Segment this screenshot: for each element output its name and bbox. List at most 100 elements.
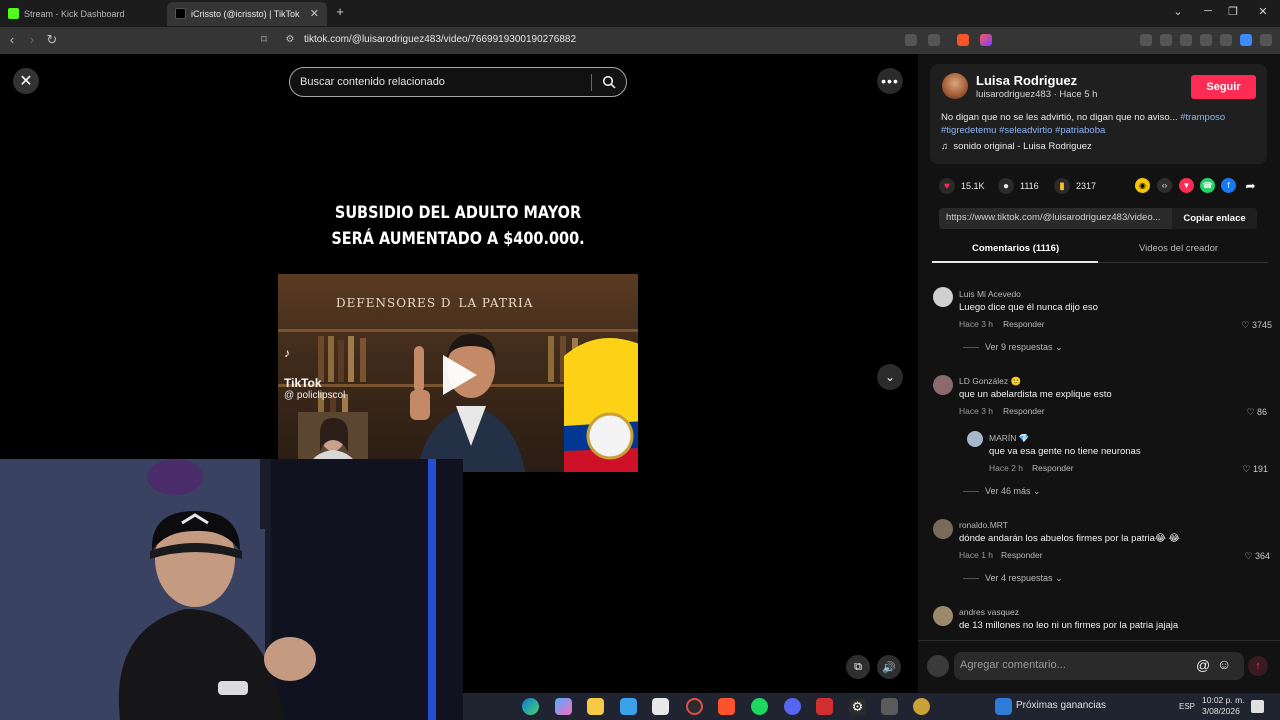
send-to-friends-icon[interactable]: ▼ bbox=[1179, 178, 1194, 193]
extensions-icon[interactable] bbox=[1140, 34, 1152, 46]
pip-button[interactable]: ⧉ bbox=[846, 655, 870, 679]
url-field[interactable]: tiktok.com/@luisarodriguez483/video/7669… bbox=[304, 34, 576, 45]
recorder-icon[interactable] bbox=[816, 698, 833, 715]
discord-icon[interactable] bbox=[784, 698, 801, 715]
obs-icon[interactable] bbox=[686, 698, 703, 715]
facebook-icon[interactable]: f bbox=[1221, 178, 1236, 193]
play-icon[interactable] bbox=[443, 355, 477, 395]
comment-button[interactable]: ● 1116 bbox=[998, 178, 1039, 194]
search-input[interactable]: Buscar contenido relacionado bbox=[289, 67, 627, 97]
vpn-icon[interactable] bbox=[1220, 34, 1232, 46]
copy-link-button[interactable]: Copiar enlace bbox=[1172, 208, 1257, 229]
view-replies-button[interactable]: Ver 4 respuestas ⌄ bbox=[963, 573, 1063, 584]
sidebar-icon[interactable] bbox=[1180, 34, 1192, 46]
reply-button[interactable]: Responder bbox=[1001, 550, 1043, 560]
emoji-icon[interactable]: ☺ bbox=[1217, 656, 1231, 672]
copilot-icon[interactable] bbox=[555, 698, 572, 715]
comment-like-button[interactable]: ♡ 3745 bbox=[1212, 320, 1272, 331]
menu-icon[interactable] bbox=[1260, 34, 1272, 46]
tiktok-icon bbox=[175, 8, 186, 19]
settings-icon[interactable]: ⚙ bbox=[849, 698, 866, 715]
comment-icon: ● bbox=[998, 178, 1014, 194]
share-page-icon[interactable] bbox=[928, 34, 940, 46]
wallet-icon[interactable] bbox=[1200, 34, 1212, 46]
tab-kick-dashboard[interactable]: Stream - Kick Dashboard bbox=[0, 2, 165, 26]
close-tab-icon[interactable]: ✕ bbox=[310, 7, 319, 20]
share-link-url[interactable]: https://www.tiktok.com/@luisarodriguez48… bbox=[946, 212, 1172, 223]
edge-icon[interactable] bbox=[522, 698, 539, 715]
sound-link[interactable]: ♫ sonido original - Luisa Rodriguez bbox=[941, 141, 1092, 152]
profile-icon[interactable] bbox=[1240, 34, 1252, 46]
author-avatar[interactable] bbox=[942, 73, 968, 99]
tab-tiktok[interactable]: iCrissto (@icrissto) | TikTok ✕ bbox=[167, 2, 327, 26]
hashtag-link[interactable]: #patriaboba bbox=[1055, 125, 1105, 136]
clock[interactable]: 10:02 p. m. 3/08/2026 bbox=[1202, 695, 1245, 717]
whatsapp-icon[interactable]: ☎ bbox=[1200, 178, 1215, 193]
reply-button[interactable]: Responder bbox=[1003, 319, 1045, 329]
music-icon[interactable] bbox=[1160, 34, 1172, 46]
widgets-icon[interactable] bbox=[995, 698, 1012, 715]
mail-icon[interactable] bbox=[620, 698, 637, 715]
comment-username[interactable]: andres vasquez bbox=[959, 607, 1019, 617]
comment-username[interactable]: MARÍN 💎 bbox=[989, 433, 1029, 444]
comment-username[interactable]: Luis Mi Acevedo bbox=[959, 289, 1021, 299]
back-button[interactable]: ‹ bbox=[4, 33, 20, 47]
reply-avatar[interactable] bbox=[967, 431, 983, 447]
follow-button[interactable]: Seguir bbox=[1191, 75, 1256, 99]
league-icon[interactable] bbox=[913, 698, 930, 715]
tab-search-icon[interactable]: ⌄ bbox=[1170, 5, 1186, 18]
reply-button[interactable]: Responder bbox=[1003, 406, 1045, 416]
comment-like-button[interactable]: ♡ 86 bbox=[1207, 407, 1267, 418]
tab-creator-videos[interactable]: Videos del creador bbox=[1139, 243, 1218, 254]
search-icon[interactable] bbox=[602, 75, 616, 89]
comment-like-button[interactable]: ♡ 191 bbox=[1208, 464, 1268, 475]
hashtag-link[interactable]: #tigredetemu bbox=[941, 125, 996, 136]
translate-icon[interactable] bbox=[905, 34, 917, 46]
minimize-button[interactable]: ─ bbox=[1200, 5, 1216, 17]
close-window-button[interactable]: ✕ bbox=[1255, 5, 1271, 18]
comment-avatar[interactable] bbox=[933, 519, 953, 539]
new-tab-button[interactable]: + bbox=[332, 4, 348, 19]
notifications-icon[interactable] bbox=[1251, 700, 1264, 713]
file-explorer-icon[interactable] bbox=[587, 698, 604, 715]
tab-comments[interactable]: Comentarios (1116) bbox=[972, 243, 1059, 254]
more-options-button[interactable]: ••• bbox=[877, 68, 903, 94]
send-comment-button[interactable]: ↑ bbox=[1248, 656, 1268, 676]
author-name[interactable]: Luisa Rodriguez bbox=[976, 73, 1077, 88]
reply-button[interactable]: Responder bbox=[1032, 463, 1074, 473]
calculator-icon[interactable] bbox=[881, 698, 898, 715]
close-video-button[interactable]: ✕ bbox=[13, 68, 39, 94]
next-video-button[interactable]: ⌄ bbox=[877, 364, 903, 390]
language-indicator[interactable]: ESP bbox=[1179, 702, 1195, 711]
forward-button[interactable]: › bbox=[24, 33, 40, 47]
reload-button[interactable]: ↻ bbox=[44, 33, 60, 47]
comment-avatar[interactable] bbox=[933, 606, 953, 626]
view-replies-button[interactable]: Ver 9 respuestas ⌄ bbox=[963, 342, 1063, 353]
brave-shield-icon[interactable] bbox=[957, 34, 969, 46]
mention-icon[interactable]: @ bbox=[1196, 657, 1210, 673]
embed-icon[interactable]: ‹› bbox=[1157, 178, 1172, 193]
coin-icon[interactable]: ◉ bbox=[1135, 178, 1150, 193]
like-button[interactable]: ♥ 15.1K bbox=[939, 178, 985, 194]
volume-button[interactable]: 🔊 bbox=[877, 655, 901, 679]
book bbox=[328, 336, 334, 382]
comment-like-button[interactable]: ♡ 364 bbox=[1210, 551, 1270, 562]
site-info-icon[interactable]: ⚙ bbox=[282, 33, 298, 47]
brave-rewards-icon[interactable] bbox=[980, 34, 992, 46]
save-button[interactable]: ▮ 2317 bbox=[1054, 178, 1096, 194]
comment-username[interactable]: ronaldo.MRT bbox=[959, 520, 1008, 530]
spotify-icon[interactable] bbox=[751, 698, 768, 715]
share-icon[interactable]: ➦ bbox=[1243, 178, 1258, 193]
taskbar-widget-label[interactable]: Próximas ganancias bbox=[1016, 700, 1106, 711]
brave-taskbar-icon[interactable] bbox=[718, 698, 735, 715]
comment-avatar[interactable] bbox=[933, 375, 953, 395]
view-replies-button[interactable]: Ver 46 más ⌄ bbox=[963, 486, 1041, 497]
comment-username[interactable]: LD González 🙂 bbox=[959, 376, 1021, 387]
hashtag-link[interactable]: #seleadvirtio bbox=[999, 125, 1052, 136]
clock-time: 10:02 p. m. bbox=[1202, 695, 1245, 705]
bookmark-icon[interactable]: ⌑ bbox=[256, 33, 272, 47]
hashtag-link[interactable]: #tramposo bbox=[1180, 112, 1225, 123]
store-icon[interactable] bbox=[652, 698, 669, 715]
restore-button[interactable]: ❐ bbox=[1225, 5, 1241, 18]
comment-avatar[interactable] bbox=[933, 287, 953, 307]
